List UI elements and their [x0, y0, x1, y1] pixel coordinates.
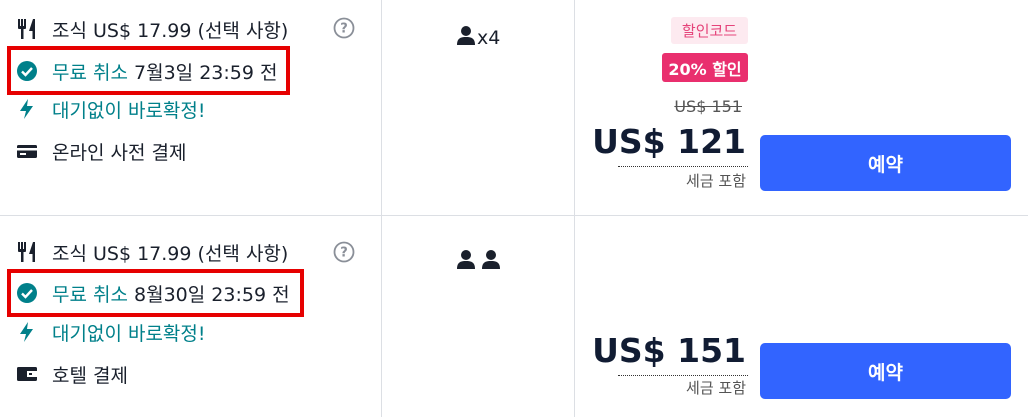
free-cancel-feature: 무료 취소 8월30일 23:59 전: [16, 278, 290, 308]
tax-note: 세금 포함: [686, 172, 746, 190]
check-circle-icon: [16, 60, 42, 82]
price: US$ 151: [592, 331, 746, 370]
room-offer-row-1: 조식 US$ 17.99 (선택 사항) ? 무료 취소 7월3일 23:59 …: [0, 0, 1028, 216]
breakfast-feature: 조식 US$ 17.99 (선택 사항): [16, 14, 288, 44]
discount-badge: 20% 할인: [662, 53, 748, 82]
fork-knife-icon: [16, 241, 42, 263]
breakfast-feature: 조식 US$ 17.99 (선택 사항): [16, 237, 288, 267]
svg-text:?: ?: [340, 246, 348, 261]
instant-confirm-feature: 대기없이 바로확정!: [16, 317, 206, 347]
room-offer-row-2: 조식 US$ 17.99 (선택 사항) ? 무료 취소 8월30일 23:59…: [0, 217, 1028, 417]
svg-text:?: ?: [340, 22, 348, 37]
price-underline: [618, 375, 748, 376]
person-icon: [455, 248, 477, 275]
promo-code-badge: 할인코드: [671, 17, 748, 44]
free-cancel-feature: 무료 취소 7월3일 23:59 전: [16, 56, 277, 86]
book-button[interactable]: 예약: [760, 135, 1011, 191]
wallet-icon: [16, 363, 42, 385]
price-underline: [618, 166, 748, 167]
guest-count: [455, 248, 502, 275]
person-icon: [455, 24, 477, 51]
payment-feature: 호텔 결제: [16, 359, 128, 389]
help-icon[interactable]: ?: [333, 241, 355, 263]
check-circle-icon: [16, 282, 42, 304]
credit-card-icon: [16, 140, 42, 162]
tax-note: 세금 포함: [686, 379, 746, 397]
payment-feature: 온라인 사전 결제: [16, 136, 186, 166]
lightning-icon: [16, 98, 42, 120]
original-price: US$ 151: [674, 97, 742, 116]
price: US$ 121: [592, 122, 746, 161]
lightning-icon: [16, 321, 42, 343]
book-button[interactable]: 예약: [760, 343, 1011, 399]
help-icon[interactable]: ?: [333, 17, 355, 39]
guest-count: x4: [455, 24, 500, 51]
fork-knife-icon: [16, 18, 42, 40]
person-icon: [480, 248, 502, 275]
instant-confirm-feature: 대기없이 바로확정!: [16, 94, 206, 124]
